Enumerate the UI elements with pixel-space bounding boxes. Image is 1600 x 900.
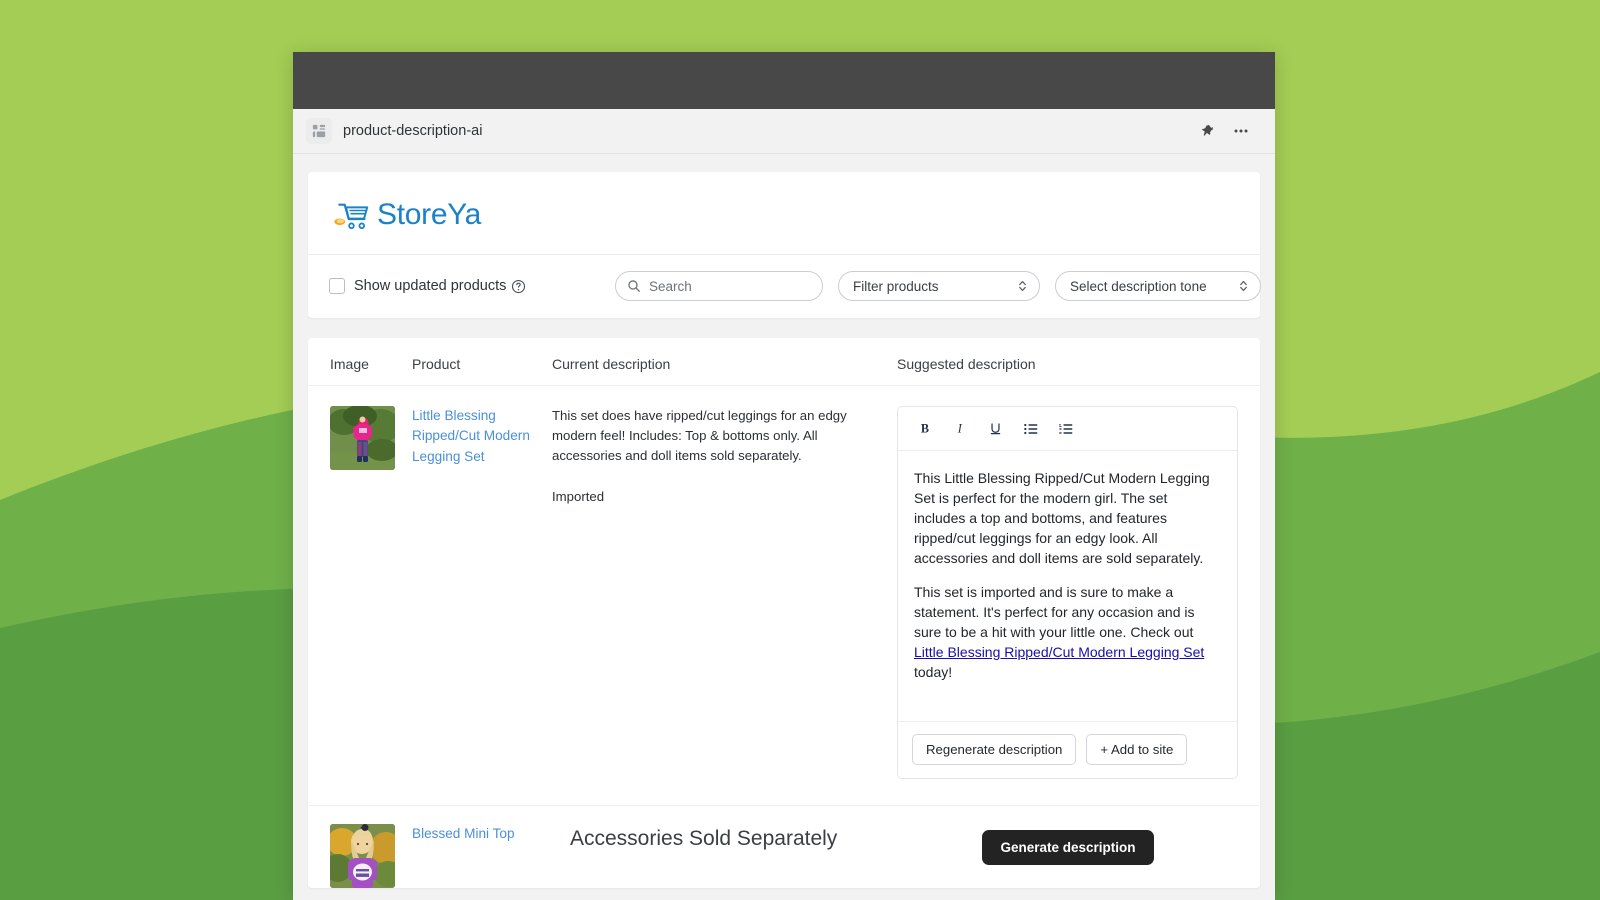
column-header-product: Product (412, 356, 461, 372)
editor-paragraph-1: This Little Blessing Ripped/Cut Modern L… (914, 470, 1210, 566)
editor-paragraph-2-after: today! (914, 663, 953, 680)
numbered-list-icon[interactable] (1054, 417, 1077, 440)
table-header-row: Image Product Current description Sugges… (309, 338, 1259, 386)
controls-row: Show updated products Search Filter prod… (308, 255, 1261, 318)
description-editor: B I This Little Blessing Ripped/Cut Mode… (897, 406, 1238, 779)
current-description-heading: Accessories Sold Separately (570, 827, 838, 850)
logo-row: StoreYa (308, 172, 1260, 255)
product-link[interactable]: Little Blessing Ripped/Cut Modern Leggin… (412, 408, 530, 464)
search-field[interactable] (615, 271, 823, 301)
filter-products-value: Filter products (853, 278, 939, 294)
chevron-up-down-icon (1238, 279, 1249, 294)
tab-title: product-description-ai (343, 123, 483, 139)
storeya-logo[interactable]: StoreYa (333, 198, 1235, 232)
products-table: Image Product Current description Sugges… (308, 338, 1260, 888)
suggested-description-cell: B I This Little Blessing Ripped/Cut Mode… (897, 406, 1239, 805)
editor-paragraph-2-before: This set is imported and is sure to make… (914, 584, 1195, 641)
underline-icon[interactable] (984, 417, 1007, 440)
app-page: StoreYa Show updated products Search Fil… (293, 154, 1275, 900)
description-tone-value: Select description tone (1070, 278, 1207, 294)
column-header-current: Current description (552, 356, 671, 372)
bullet-list-icon[interactable] (1019, 417, 1042, 440)
brand-name: StoreYa (377, 198, 482, 231)
italic-icon[interactable]: I (949, 417, 972, 440)
product-image-cell (330, 824, 412, 888)
product-thumbnail[interactable] (330, 824, 395, 888)
product-thumbnail[interactable] (330, 406, 395, 470)
chevron-up-down-icon (1017, 279, 1028, 294)
editor-footer: Regenerate description + Add to site (898, 721, 1237, 778)
show-updated-products-checkbox[interactable] (329, 278, 345, 294)
search-icon (627, 279, 641, 293)
screen: product-description-ai StoreYa Show upda… (0, 0, 1600, 900)
add-to-site-button[interactable]: + Add to site (1086, 734, 1188, 765)
show-updated-products-group[interactable]: Show updated products (329, 278, 609, 294)
extension-puzzle-icon (306, 118, 332, 144)
regenerate-description-button[interactable]: Regenerate description (912, 734, 1077, 765)
description-tone-select[interactable]: Select description tone (1055, 271, 1261, 301)
header-card: StoreYa Show updated products Search Fil… (308, 172, 1261, 318)
table-row: Little Blessing Ripped/Cut Modern Leggin… (309, 386, 1259, 806)
current-description-paragraph: Imported (552, 488, 605, 504)
editor-inline-product-link[interactable]: Little Blessing Ripped/Cut Modern Leggin… (914, 644, 1204, 660)
active-tab[interactable]: product-description-ai (306, 118, 1197, 144)
current-description-cell: This set does have ripped/cut leggings f… (552, 406, 897, 805)
product-name-cell: Little Blessing Ripped/Cut Modern Leggin… (412, 406, 552, 805)
current-description-cell: Accessories Sold Separately (552, 824, 897, 888)
pin-icon[interactable] (1197, 121, 1217, 141)
search-input[interactable] (615, 271, 823, 301)
editor-toolbar: B I (898, 407, 1237, 451)
show-updated-products-label: Show updated products (354, 278, 526, 294)
generate-description-button[interactable]: Generate description (982, 830, 1154, 865)
column-header-image: Image (330, 356, 369, 372)
svg-text:B: B (921, 422, 929, 436)
svg-text:I: I (957, 422, 963, 436)
more-horizontal-icon[interactable] (1231, 121, 1251, 141)
editor-content[interactable]: This Little Blessing Ripped/Cut Modern L… (898, 451, 1237, 721)
filter-products-select[interactable]: Filter products (838, 271, 1040, 301)
column-header-suggested: Suggested description (897, 356, 1036, 372)
editor-paragraph-2: This set is imported and is sure to make… (914, 583, 1221, 682)
tab-actions (1197, 121, 1261, 141)
product-name-cell: Blessed Mini Top (412, 824, 552, 888)
current-description-paragraph: This set does have ripped/cut leggings f… (552, 408, 847, 464)
table-row: Blessed Mini Top Accessories Sold Separa… (309, 806, 1259, 888)
suggested-description-cell: Generate description (897, 824, 1239, 888)
browser-window: product-description-ai StoreYa Show upda… (293, 52, 1275, 900)
product-link[interactable]: Blessed Mini Top (412, 826, 515, 841)
question-mark-circle-icon[interactable] (511, 279, 526, 294)
browser-tabstrip: product-description-ai (293, 109, 1275, 154)
bold-icon[interactable]: B (914, 417, 937, 440)
shopping-cart-icon (333, 200, 369, 230)
product-image-cell (330, 406, 412, 805)
browser-titlebar (293, 52, 1275, 109)
